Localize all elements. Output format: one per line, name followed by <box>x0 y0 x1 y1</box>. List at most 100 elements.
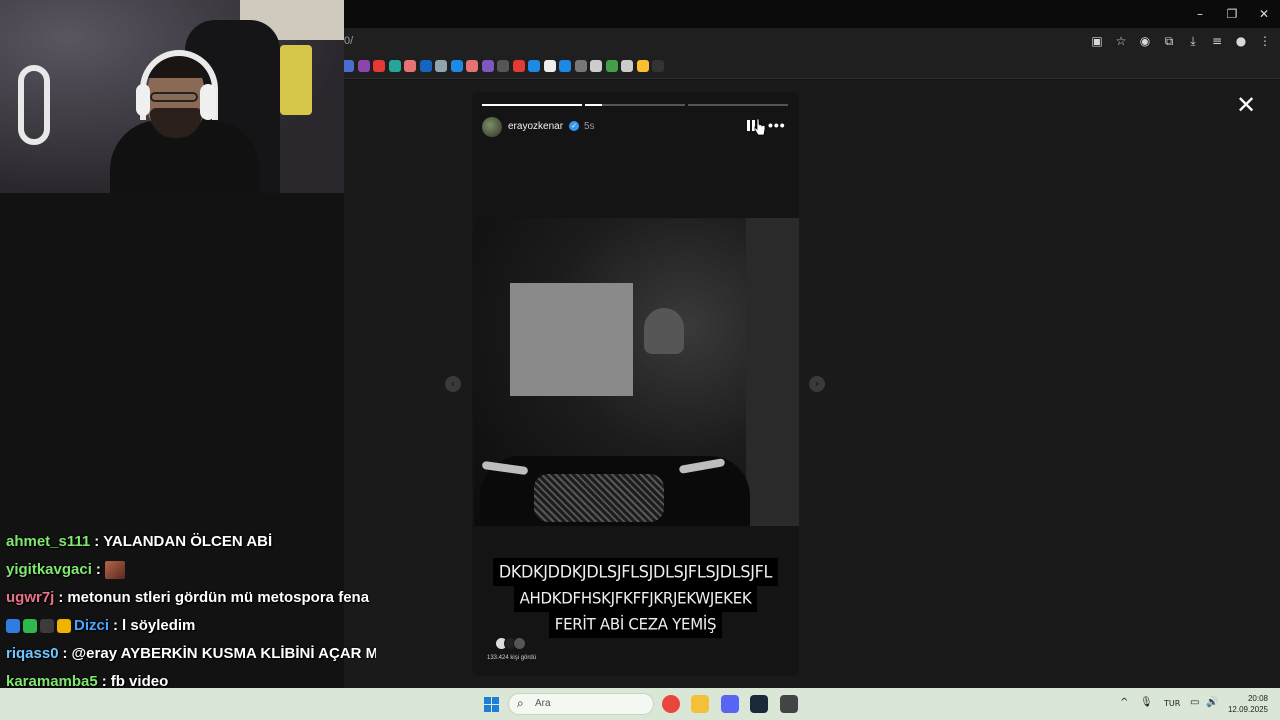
verified-icon: ✓ <box>569 121 579 131</box>
reading-list-icon[interactable]: ≡ <box>1208 32 1226 50</box>
taskbar-search[interactable]: ⌕ Ara <box>508 693 654 715</box>
extensions-icon[interactable]: ⧉ <box>1160 32 1178 50</box>
steam-icon[interactable] <box>750 695 768 713</box>
chat-message: yigitkavgaci: <box>6 558 376 586</box>
chat-username[interactable]: riqass0 <box>6 645 59 662</box>
cast-icon[interactable]: ▣ <box>1088 32 1106 50</box>
bookmark-icon[interactable] <box>497 60 509 72</box>
story-time: 5s <box>584 121 595 132</box>
chat-text: @eray AYBERKİN KUSMA KLİBİNİ AÇAR M <box>71 645 376 662</box>
chat-separator: : <box>62 645 68 662</box>
clock-time: 20:08 <box>1247 694 1268 703</box>
more-options-icon[interactable]: ••• <box>768 117 786 133</box>
bookmark-icon[interactable] <box>574 60 587 72</box>
search-placeholder: Ara <box>535 698 551 709</box>
bookmark-icon[interactable] <box>388 60 401 72</box>
close-window-button[interactable]: ✕ <box>1248 0 1280 28</box>
chat-message: ugwr7j: metonun stleri gördün mü metospor… <box>6 586 376 614</box>
photo-driver <box>644 308 684 354</box>
discord-icon[interactable] <box>721 695 739 713</box>
caption-line-3: FERİT ABİ CEZA YEMİŞ <box>548 609 723 639</box>
bookmark-icon[interactable] <box>373 60 385 72</box>
bookmark-icon[interactable] <box>528 60 540 72</box>
chat-emote <box>104 561 125 580</box>
story-progress <box>482 104 788 106</box>
photo-wall <box>746 218 799 526</box>
chat-text: metonun stleri gördün mü metospora fena <box>67 589 370 606</box>
censor-box <box>510 283 633 396</box>
progress-segment <box>688 104 788 106</box>
bookmark-icon[interactable] <box>559 60 571 72</box>
story-viewers[interactable]: 133.424 kişi gördü <box>487 637 607 667</box>
caption-line-1: DKDKJDDKJDLSJFLSJDLSJFLSJDLSJFL <box>492 557 779 587</box>
story-header: erayozkenar ✓ 5s ••• <box>482 117 788 137</box>
viewers-count: 133.424 kişi gördü <box>487 655 537 661</box>
bookmark-icon[interactable] <box>621 60 633 72</box>
screen: – ❐ ✕ 0/ ▣ ☆ ◉ ⧉ ⤓ ≡ ● ⋮ ✕ ‹ › erayozken… <box>0 0 1280 720</box>
bookmark-icon[interactable] <box>636 60 649 72</box>
toolbar-icons: ▣ ☆ ◉ ⧉ ⤓ ≡ ● ⋮ <box>1088 32 1274 50</box>
bookmark-icon[interactable] <box>543 60 556 72</box>
story-username[interactable]: erayozkenar <box>508 121 563 132</box>
microphone-icon[interactable]: 🎙 <box>1140 697 1153 708</box>
url-field[interactable]: 0/ <box>344 35 353 47</box>
chat-username[interactable]: ugwr7j <box>6 589 54 606</box>
minimize-button[interactable]: – <box>1184 0 1216 28</box>
bookmark-icon[interactable] <box>590 60 602 72</box>
bookmark-icon[interactable] <box>357 60 370 72</box>
chat-message: Dizci: l söyledim <box>6 614 376 642</box>
chat-message: riqass0: @eray AYBERKİN KUSMA KLİBİNİ AÇA… <box>6 642 376 670</box>
bookmark-icon[interactable] <box>466 60 478 72</box>
bookmark-icon[interactable] <box>512 60 525 72</box>
profile-extension-icon[interactable]: ◉ <box>1136 32 1154 50</box>
previous-story-button[interactable]: ‹ <box>445 376 461 392</box>
story-caption: DKDKJDDKJDLSJFLSJDLSJFLSJDLSJFL AHDKDFHS… <box>472 557 799 639</box>
chat-username[interactable]: Dizci <box>74 617 109 634</box>
clock-date: 12.09.2025 <box>1227 705 1268 714</box>
bookmark-icon[interactable] <box>404 60 416 72</box>
download-icon[interactable]: ⤓ <box>1184 32 1202 50</box>
app-icon[interactable] <box>780 695 798 713</box>
restore-button[interactable]: ❐ <box>1216 0 1248 28</box>
chat-badge-icon <box>6 619 20 634</box>
chat-badge-icon <box>57 619 71 634</box>
language-indicator[interactable]: TUR <box>1164 699 1180 708</box>
star-icon[interactable]: ☆ <box>1112 32 1130 50</box>
viewer-avatar <box>513 637 526 650</box>
chat-separator: : <box>58 589 64 606</box>
close-story-button[interactable]: ✕ <box>1235 93 1257 117</box>
tray-chevron-icon[interactable]: ^ <box>1120 697 1128 708</box>
network-icon[interactable]: ▭ <box>1190 697 1199 708</box>
avatar-icon[interactable]: ● <box>1232 32 1250 50</box>
bookmark-icon[interactable] <box>435 60 447 72</box>
system-tray: ^ 🎙 TUR ▭ 🔊 20:08 12.09.2025 <box>1110 688 1280 720</box>
taskbar: ⌕ Ara ^ 🎙 TUR ▭ 🔊 20:08 12.09.2025 <box>0 688 1280 720</box>
chat-text: YALANDAN ÖLCEN ABİ <box>103 533 273 550</box>
bookmark-icon[interactable] <box>481 60 494 72</box>
chat-badge-icon <box>23 619 37 634</box>
chat-separator: : <box>95 561 101 578</box>
next-story-button[interactable]: › <box>809 376 825 392</box>
clock[interactable]: 20:08 12.09.2025 <box>1228 693 1268 715</box>
avatar[interactable] <box>482 117 502 137</box>
caption-line-2: AHDKDFHSKJFKFFJKRJEKWJEKEK <box>513 583 758 613</box>
chat-message: ahmet_s111: YALANDAN ÖLCEN ABİ <box>6 530 376 558</box>
start-button[interactable] <box>484 697 499 712</box>
chat-username[interactable]: yigitkavgaci <box>6 561 92 578</box>
chat-separator: : <box>94 533 100 550</box>
menu-icon[interactable]: ⋮ <box>1256 32 1274 50</box>
chat-username[interactable]: ahmet_s111 <box>6 533 90 550</box>
window-controls: – ❐ ✕ <box>1184 0 1280 28</box>
bookmark-icon[interactable] <box>450 60 463 72</box>
bookmark-icon[interactable] <box>605 60 618 72</box>
progress-segment <box>482 104 582 106</box>
bookmark-icon[interactable] <box>419 60 432 72</box>
bookmark-icon[interactable] <box>652 60 664 72</box>
chat-badge-icon <box>40 619 54 634</box>
mouse-cursor-icon <box>754 118 766 136</box>
chat-text: l söyledim <box>122 617 196 634</box>
bookmark-icons <box>342 60 664 72</box>
volume-icon[interactable]: 🔊 <box>1206 697 1218 708</box>
chrome-icon[interactable] <box>662 695 680 713</box>
file-explorer-icon[interactable] <box>691 695 709 713</box>
